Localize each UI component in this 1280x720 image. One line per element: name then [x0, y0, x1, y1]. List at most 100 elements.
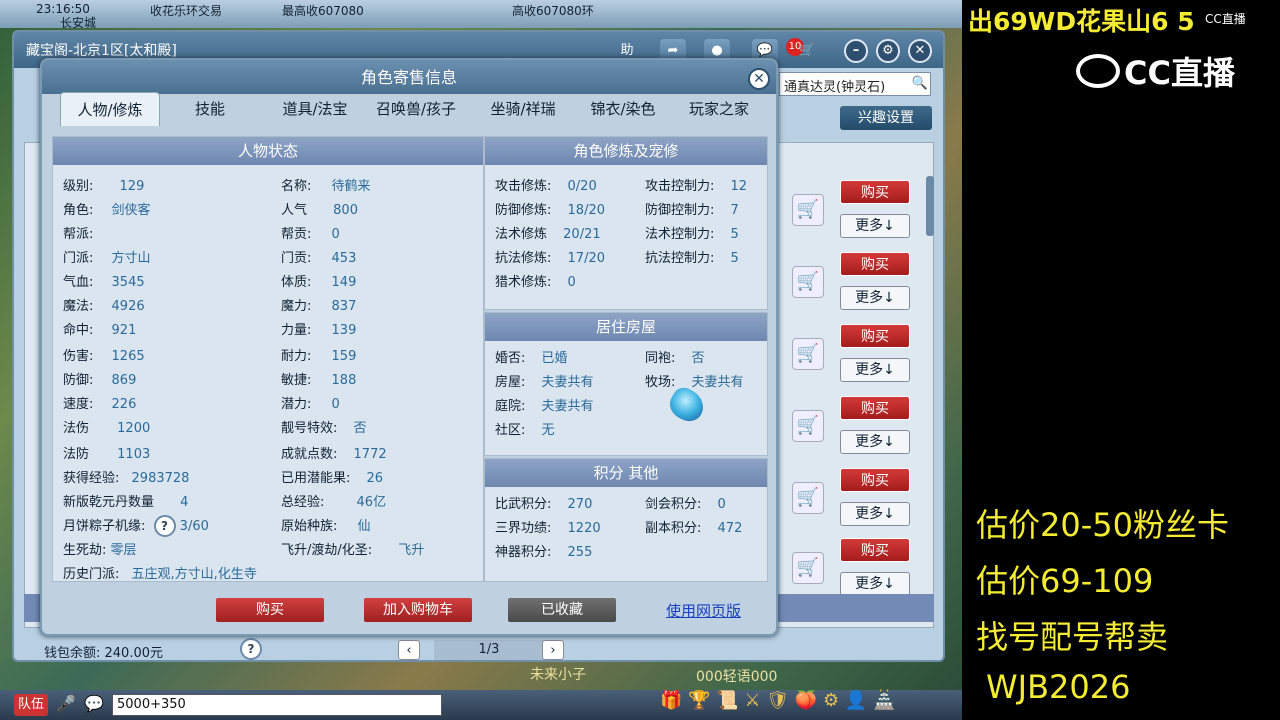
- row-more-button[interactable]: 更多↓: [840, 572, 910, 596]
- house-value: 已婚: [541, 351, 568, 366]
- row-more-button[interactable]: 更多↓: [840, 430, 910, 454]
- cult-value: 5: [730, 251, 739, 266]
- stat-label: 伤害:: [63, 349, 94, 364]
- row-cart-icon[interactable]: 🛒: [792, 338, 824, 370]
- house-value: 否: [691, 351, 705, 366]
- row-buy-button[interactable]: 购买: [840, 396, 910, 420]
- row-buy-button[interactable]: 购买: [840, 468, 910, 492]
- tab-player-home[interactable]: 玩家之家: [674, 92, 764, 126]
- next-page-button[interactable]: ›: [542, 640, 564, 660]
- stat-value: 五庄观,方寸山,化生寺: [131, 567, 257, 582]
- cult-value: 0: [567, 275, 576, 290]
- row-buy-button[interactable]: 购买: [840, 538, 910, 562]
- chat-input[interactable]: 5000+350: [112, 694, 442, 716]
- status-panel: 人物状态 级别: 129 角色: 剑侠客 帮派: 门派: 方寸山 气血: 354…: [52, 136, 484, 582]
- search-value: 通真达灵(钟灵石): [784, 80, 886, 95]
- tab-mounts[interactable]: 坐骑/祥瑞: [478, 92, 568, 126]
- points-value: 1220: [567, 521, 601, 536]
- tab-outfits[interactable]: 锦衣/染色: [578, 92, 668, 126]
- cultivation-header: 角色修炼及宠修: [485, 137, 767, 165]
- stat-value: 800: [333, 203, 358, 218]
- prev-page-button[interactable]: ‹: [398, 640, 420, 660]
- stat-value: 3/60: [179, 519, 209, 534]
- role-sale-dialog: 角色寄售信息 ✕ 人物/修炼 技能 道具/法宝 召唤兽/孩子 坐骑/祥瑞 锦衣/…: [40, 58, 778, 636]
- emoji-icon[interactable]: 💬: [84, 694, 104, 713]
- points-value: 0: [717, 497, 726, 512]
- cult-value: 5: [730, 227, 739, 242]
- row-cart-icon[interactable]: 🛒: [792, 266, 824, 298]
- row-cart-icon[interactable]: 🛒: [792, 482, 824, 514]
- top-strip: 23:16:50 收花乐环交易 最高收607080 高收607080环 长安城: [0, 0, 962, 30]
- tab-pets[interactable]: 召唤兽/孩子: [364, 92, 468, 126]
- interest-settings-button[interactable]: 兴趣设置: [840, 106, 932, 130]
- tab-skills[interactable]: 技能: [176, 92, 244, 126]
- stat-value: 0: [331, 227, 340, 242]
- stat-value: 方寸山: [111, 251, 151, 266]
- row-cart-icon[interactable]: 🛒: [792, 194, 824, 226]
- stat-value: 2983728: [131, 471, 190, 486]
- minimize-icon[interactable]: –: [844, 39, 868, 63]
- points-label: 副本积分:: [645, 521, 702, 536]
- stat-label: 魔法:: [63, 299, 94, 314]
- row-buy-button[interactable]: 购买: [840, 324, 910, 348]
- row-more-button[interactable]: 更多↓: [840, 286, 910, 310]
- stat-value: 869: [111, 373, 137, 388]
- house-label: 房屋:: [495, 375, 526, 390]
- cart-icon[interactable]: 🛒: [794, 39, 820, 63]
- points-label: 神器积分:: [495, 545, 552, 560]
- help-icon[interactable]: ?: [153, 515, 176, 537]
- tab-character[interactable]: 人物/修炼: [60, 92, 160, 126]
- dialog-close-icon[interactable]: ✕: [748, 68, 770, 90]
- stat-value: 零层: [110, 543, 137, 558]
- row-more-button[interactable]: 更多↓: [840, 502, 910, 526]
- favorited-button[interactable]: 已收藏: [508, 598, 616, 622]
- row-buy-button[interactable]: 购买: [840, 180, 910, 204]
- row-more-button[interactable]: 更多↓: [840, 214, 910, 238]
- page-indicator: 1/3: [434, 640, 544, 660]
- cult-label: 法术控制力:: [645, 227, 715, 242]
- stat-label: 历史门派:: [63, 567, 120, 582]
- team-button[interactable]: 队伍: [14, 694, 48, 716]
- stat-label: 法防: [63, 447, 90, 462]
- stat-value: 188: [331, 373, 357, 388]
- close-icon[interactable]: ✕: [908, 39, 932, 63]
- stat-value: 4926: [111, 299, 145, 314]
- row-cart-icon[interactable]: 🛒: [792, 410, 824, 442]
- web-version-link[interactable]: 使用网页版: [666, 600, 741, 621]
- search-input[interactable]: 通真达灵(钟灵石) 🔍: [779, 72, 931, 96]
- stat-label: 门派:: [63, 251, 94, 266]
- toolbar-icons[interactable]: 🎁 🏆 📜 ⚔ 🛡 🍑 ⚙ 👤 🏯: [660, 690, 895, 711]
- cult-label: 防御控制力:: [645, 203, 715, 218]
- row-cart-icon[interactable]: 🛒: [792, 552, 824, 584]
- stat-value: 0: [331, 397, 340, 412]
- stat-value: 否: [353, 421, 367, 436]
- stat-value: 139: [331, 323, 357, 338]
- search-icon[interactable]: 🔍: [912, 76, 928, 91]
- row-buy-button[interactable]: 购买: [840, 252, 910, 276]
- stream-title: 出69WD花果山6 5: [968, 7, 1195, 36]
- stat-label: 潜力:: [281, 397, 312, 412]
- dialog-title: 角色寄售信息: [360, 68, 457, 87]
- stat-label: 总经验:: [281, 495, 325, 510]
- stat-label: 角色:: [63, 203, 94, 218]
- stat-label: 气血:: [63, 275, 94, 290]
- house-value: 无: [541, 423, 555, 438]
- tab-items[interactable]: 道具/法宝: [270, 92, 360, 126]
- add-cart-button[interactable]: 加入购物车: [364, 598, 472, 622]
- settings-icon[interactable]: ⚙: [876, 39, 900, 63]
- cult-value: 17/20: [567, 251, 605, 266]
- stat-value: 3545: [111, 275, 145, 290]
- strip-text-2: 最高收607080: [282, 4, 364, 18]
- player-name: 未来小子: [530, 667, 586, 683]
- stat-label: 法伤: [63, 421, 90, 436]
- help-icon[interactable]: ?: [240, 638, 262, 660]
- stat-label: 力量:: [281, 323, 312, 338]
- row-more-button[interactable]: 更多↓: [840, 358, 910, 382]
- stat-label: 级别:: [63, 179, 94, 194]
- microphone-icon[interactable]: 🎤: [56, 694, 76, 713]
- cc-brand: CC直播: [1124, 54, 1235, 92]
- points-label: 剑会积分:: [645, 497, 702, 512]
- scrollbar[interactable]: [926, 176, 934, 236]
- buy-button[interactable]: 购买: [216, 598, 324, 622]
- strip-text-1: 收花乐环交易: [150, 4, 223, 18]
